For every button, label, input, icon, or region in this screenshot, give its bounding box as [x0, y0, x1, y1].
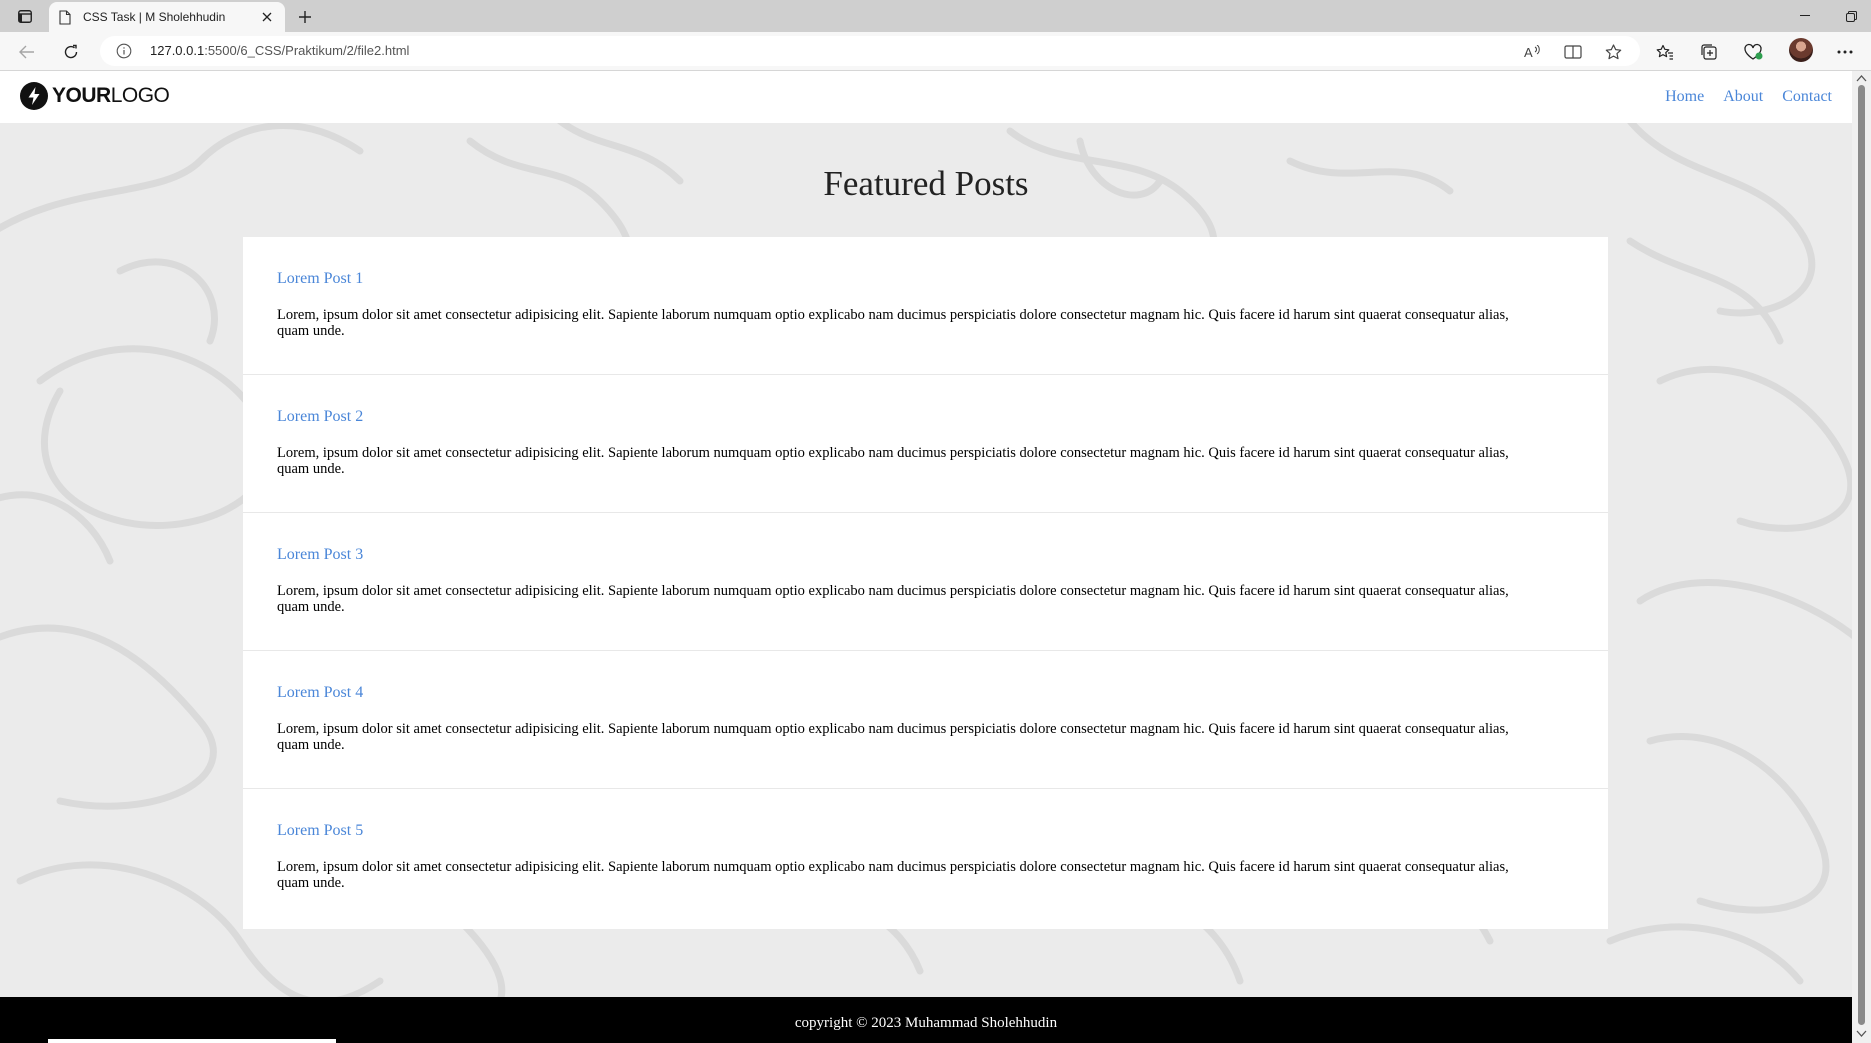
profile-avatar[interactable] — [1789, 38, 1813, 62]
settings-more-icon[interactable] — [1834, 41, 1856, 63]
nav-link-home[interactable]: Home — [1665, 88, 1704, 106]
post-excerpt: Lorem, ipsum dolor sit amet consectetur … — [277, 721, 1509, 753]
scrollbar-thumb[interactable] — [1858, 85, 1865, 1025]
site-logo[interactable]: YOURLOGO — [20, 81, 170, 111]
page-icon — [59, 9, 71, 25]
tab-actions-icon[interactable] — [12, 6, 38, 26]
scroll-down-icon[interactable] — [1856, 1030, 1867, 1038]
url-text: 127.0.0.1:5500/6_CSS/Praktikum/2/file2.h… — [150, 43, 410, 58]
browser-essentials-icon[interactable] — [1742, 41, 1764, 63]
browser-tab-active[interactable]: CSS Task | M Sholehhudin — [49, 2, 285, 32]
horizontal-scroll-indicator — [48, 1039, 336, 1043]
site-header: YOURLOGO Home About Contact — [0, 71, 1852, 123]
main-nav: Home About Contact — [1665, 88, 1832, 106]
reload-icon[interactable] — [58, 39, 84, 65]
posts-list: Lorem Post 1 Lorem, ipsum dolor sit amet… — [243, 237, 1608, 929]
post-title-link[interactable]: Lorem Post 4 — [277, 684, 1518, 702]
post-card: Lorem Post 4 Lorem, ipsum dolor sit amet… — [243, 651, 1608, 789]
nav-link-about[interactable]: About — [1723, 88, 1763, 106]
post-card: Lorem Post 5 Lorem, ipsum dolor sit amet… — [243, 789, 1608, 929]
post-card: Lorem Post 3 Lorem, ipsum dolor sit amet… — [243, 513, 1608, 651]
post-title-link[interactable]: Lorem Post 5 — [277, 822, 1518, 840]
address-bar-row: 127.0.0.1:5500/6_CSS/Praktikum/2/file2.h… — [0, 32, 1871, 71]
favorites-icon[interactable] — [1654, 41, 1676, 63]
vertical-scrollbar[interactable] — [1852, 71, 1871, 1043]
immersive-reader-icon[interactable] — [1562, 41, 1584, 63]
post-excerpt: Lorem, ipsum dolor sit amet consectetur … — [277, 445, 1509, 477]
site-info-icon[interactable] — [116, 43, 132, 59]
scroll-up-icon[interactable] — [1856, 74, 1867, 82]
page-title: Featured Posts — [823, 164, 1029, 203]
post-title-link[interactable]: Lorem Post 3 — [277, 546, 1518, 564]
lightning-bolt-icon — [20, 82, 48, 110]
page-viewport: YOURLOGO Home About Contact Featured Pos… — [0, 71, 1852, 1043]
close-tab-icon[interactable] — [259, 9, 275, 25]
minimize-icon[interactable] — [1782, 0, 1828, 32]
copyright-text: copyright © 2023 Muhammad Sholehhudin — [794, 1014, 1058, 1031]
site-footer: copyright © 2023 Muhammad Sholehhudin — [0, 997, 1852, 1043]
restore-icon[interactable] — [1828, 0, 1871, 32]
tab-title: CSS Task | M Sholehhudin — [83, 10, 226, 24]
nav-link-contact[interactable]: Contact — [1782, 88, 1832, 106]
back-icon[interactable] — [14, 39, 40, 65]
collections-icon[interactable] — [1698, 41, 1720, 63]
url-field[interactable]: 127.0.0.1:5500/6_CSS/Praktikum/2/file2.h… — [100, 36, 1640, 66]
post-title-link[interactable]: Lorem Post 1 — [277, 270, 1518, 288]
post-title-link[interactable]: Lorem Post 2 — [277, 408, 1518, 426]
post-excerpt: Lorem, ipsum dolor sit amet consectetur … — [277, 859, 1509, 891]
post-card: Lorem Post 1 Lorem, ipsum dolor sit amet… — [243, 237, 1608, 375]
logo-text: YOURLOGO — [52, 84, 170, 107]
new-tab-icon[interactable] — [294, 6, 316, 28]
read-aloud-icon[interactable]: A — [1522, 41, 1544, 63]
favorite-star-icon[interactable] — [1602, 41, 1624, 63]
post-excerpt: Lorem, ipsum dolor sit amet consectetur … — [277, 583, 1509, 615]
browser-tab-strip: CSS Task | M Sholehhudin — [0, 0, 1871, 32]
svg-text:A: A — [1524, 45, 1533, 59]
post-excerpt: Lorem, ipsum dolor sit amet consectetur … — [277, 307, 1509, 339]
post-card: Lorem Post 2 Lorem, ipsum dolor sit amet… — [243, 375, 1608, 513]
